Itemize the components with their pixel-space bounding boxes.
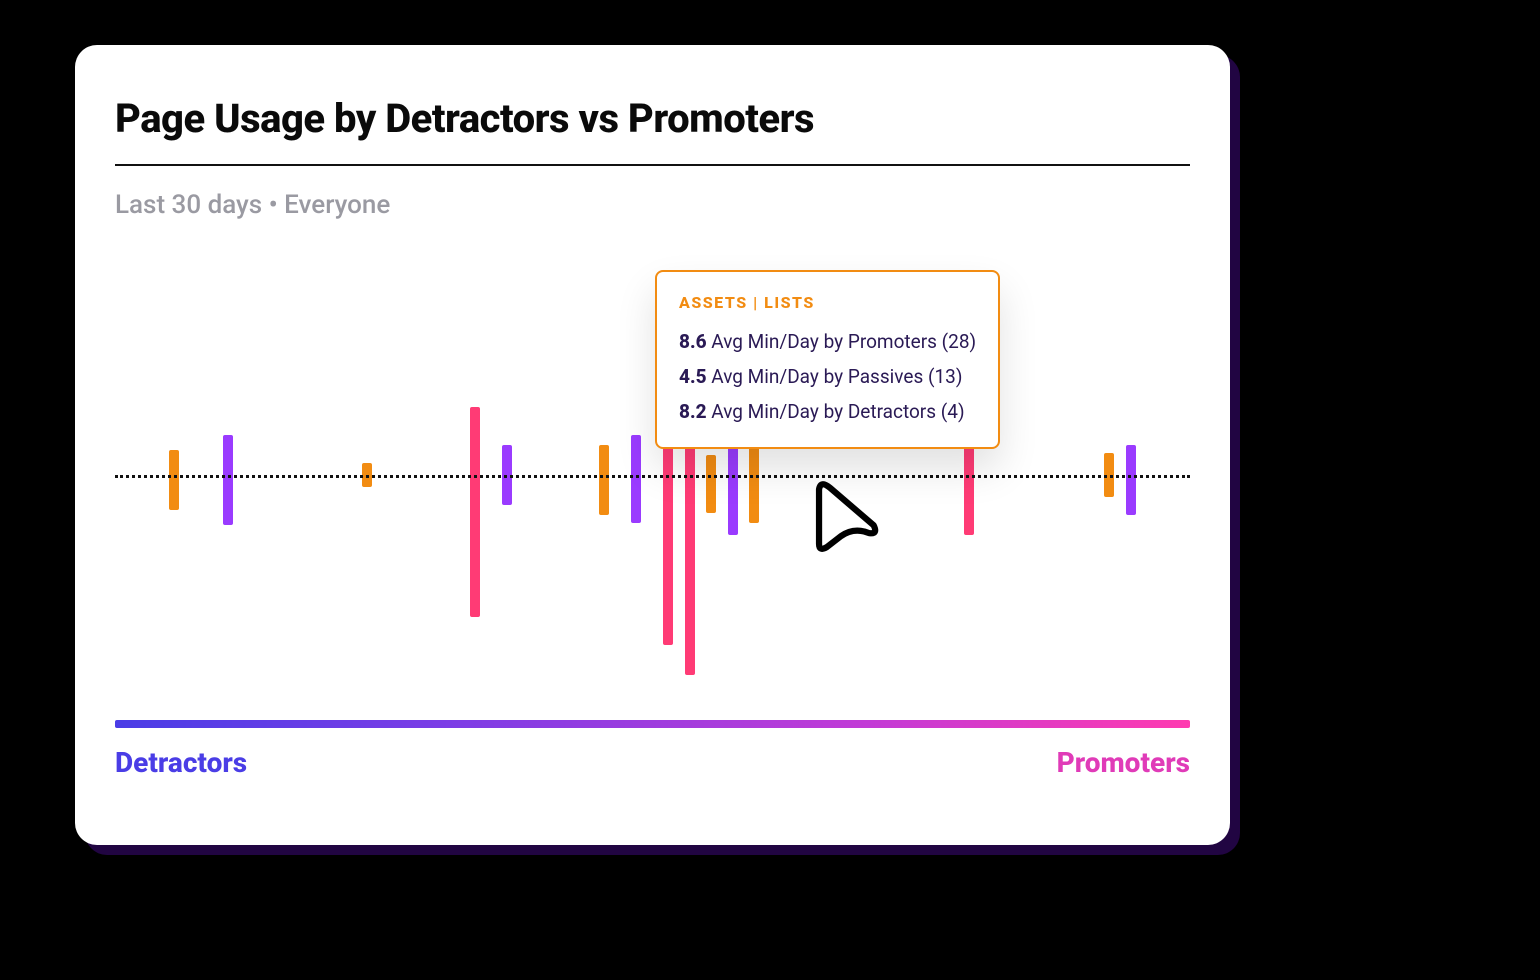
- tooltip-label: Avg Min/Day by Promoters (28): [711, 330, 976, 353]
- chart-bar[interactable]: [599, 445, 609, 515]
- tooltip-label: Avg Min/Day by Passives (13): [711, 365, 962, 388]
- chart-plot-area[interactable]: ASSETS | LISTS 8.6 Avg Min/Day by Promot…: [115, 250, 1190, 700]
- tooltip-row: 8.6 Avg Min/Day by Promoters (28): [679, 324, 976, 359]
- chart-title: Page Usage by Detractors vs Promoters: [115, 95, 1190, 142]
- tooltip-row: 4.5 Avg Min/Day by Passives (13): [679, 359, 976, 394]
- chart-card: Page Usage by Detractors vs Promoters La…: [75, 45, 1230, 845]
- tooltip-row: 8.2 Avg Min/Day by Detractors (4): [679, 394, 976, 429]
- tooltip-title: ASSETS | LISTS: [679, 288, 976, 318]
- chart-bar[interactable]: [1126, 445, 1136, 515]
- axis-label-detractors: Detractors: [115, 746, 247, 779]
- axis-labels: Detractors Promoters: [115, 746, 1190, 779]
- tooltip-label: Avg Min/Day by Detractors (4): [711, 400, 964, 423]
- chart-bar[interactable]: [706, 455, 716, 513]
- cursor-icon: [805, 480, 883, 558]
- tooltip-value: 8.6: [679, 330, 707, 353]
- axis-label-promoters: Promoters: [1057, 746, 1190, 779]
- axis-gradient-bar: [115, 720, 1190, 728]
- title-divider: [115, 164, 1190, 166]
- chart-bar[interactable]: [470, 407, 480, 617]
- tooltip-value: 4.5: [679, 365, 707, 388]
- chart-bar[interactable]: [169, 450, 179, 510]
- chart-tooltip: ASSETS | LISTS 8.6 Avg Min/Day by Promot…: [655, 270, 1000, 449]
- tooltip-value: 8.2: [679, 400, 707, 423]
- chart-bar[interactable]: [631, 435, 641, 523]
- chart-bar[interactable]: [223, 435, 233, 525]
- chart-subtitle: Last 30 days • Everyone: [115, 190, 1190, 220]
- baseline-line: [115, 475, 1190, 478]
